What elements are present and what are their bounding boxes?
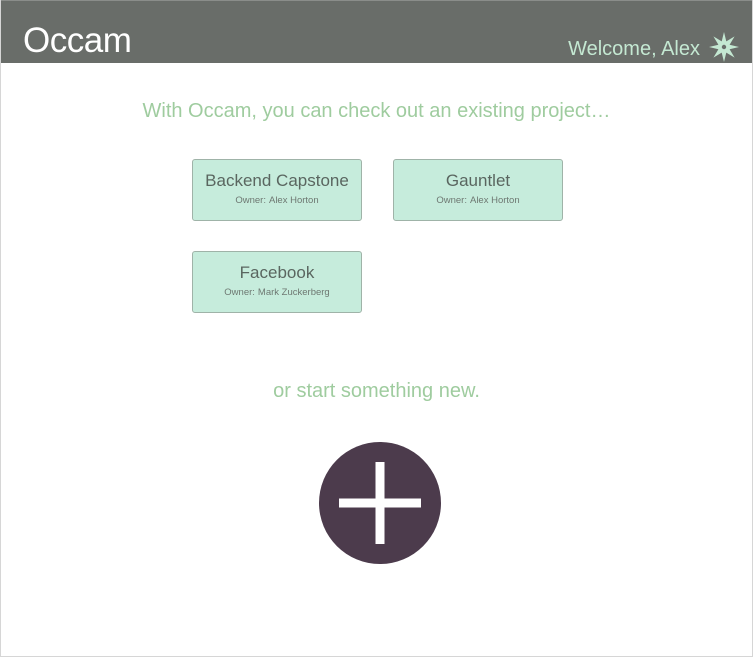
project-title: Backend Capstone: [205, 171, 349, 190]
owner-name: Mark Zuckerberg: [257, 287, 330, 298]
intro-text: With Occam, you can check out an existin…: [142, 100, 611, 122]
project-owner: Owner: Mark Zuckerberg: [193, 287, 361, 299]
project-owner: Owner: Alex Horton: [193, 195, 361, 207]
owner-label: Owner:: [235, 195, 266, 206]
project-card-backend-capstone[interactable]: Backend Capstone Owner: Alex Horton: [192, 159, 362, 221]
welcome-message: Welcome, Alex: [568, 38, 700, 60]
top-header: Occam Welcome, Alex: [1, 0, 752, 63]
project-owner: Owner: Alex Horton: [394, 195, 562, 207]
new-project-button[interactable]: [319, 442, 441, 564]
project-title: Facebook: [239, 263, 315, 282]
project-card-gauntlet[interactable]: Gauntlet Owner: Alex Horton: [393, 159, 563, 221]
plus-icon: [339, 462, 421, 544]
start-new-text: or start something new.: [273, 380, 480, 402]
owner-label: Owner:: [224, 287, 255, 298]
owner-label: Owner:: [436, 195, 467, 206]
project-card-facebook[interactable]: Facebook Owner: Mark Zuckerberg: [192, 251, 362, 313]
owner-name: Alex Horton: [469, 195, 520, 206]
owner-name: Alex Horton: [268, 195, 319, 206]
project-title: Gauntlet: [445, 171, 511, 190]
app-logo[interactable]: Occam: [23, 21, 132, 61]
page: Occam Welcome, Alex With Occam, you can …: [0, 0, 753, 657]
gear-star-icon[interactable]: [708, 31, 740, 63]
